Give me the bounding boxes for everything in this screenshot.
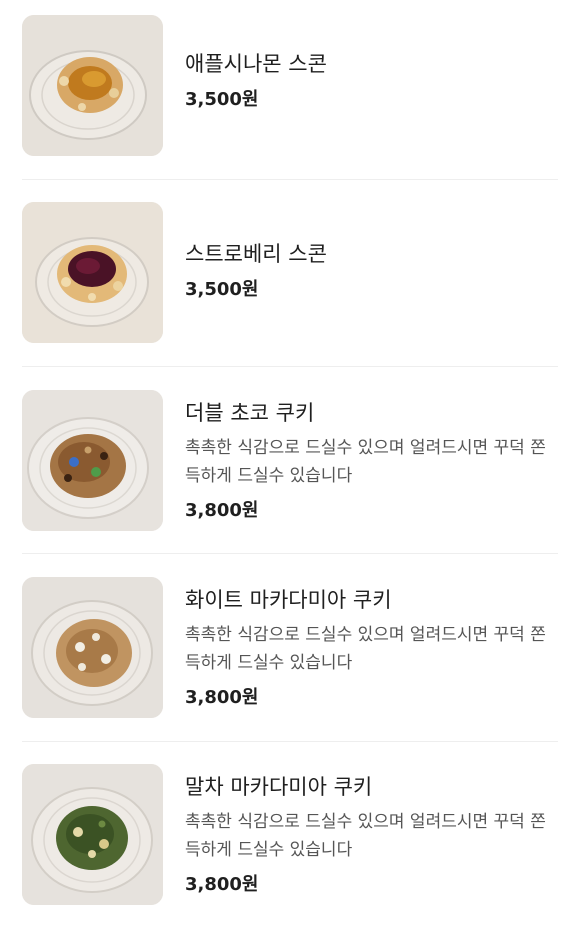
- item-description: 촉촉한 식감으로 드실수 있으며 얼려드시면 꾸덕 쫀득하게 드실수 있습니다: [185, 812, 546, 860]
- strawberry-scone-photo: [22, 202, 163, 343]
- divider: [22, 179, 558, 180]
- item-name: 애플시나몬 스콘: [185, 52, 327, 76]
- item-info: 스트로베리 스콘 3,500원: [185, 239, 558, 303]
- item-price: 3,800원: [185, 874, 259, 895]
- item-description: 촉촉한 식감으로 드실수 있으며 얼려드시면 꾸덕 쫀득하게 드실수 있습니다: [185, 438, 546, 486]
- item-info: 애플시나몬 스콘 3,500원: [185, 49, 558, 113]
- double-choco-cookie-photo: [22, 390, 163, 531]
- divider: [22, 553, 558, 554]
- item-info: 화이트 마카다미아 쿠키 촉촉한 식감으로 드실수 있으며 얼려드시면 꾸덕 쫀…: [185, 585, 558, 711]
- apple-cinnamon-scone-photo: [22, 15, 163, 156]
- item-description: 촉촉한 식감으로 드실수 있으며 얼려드시면 꾸덕 쫀득하게 드실수 있습니다: [185, 625, 546, 673]
- item-name: 화이트 마카다미아 쿠키: [185, 588, 392, 612]
- item-price: 3,800원: [185, 500, 259, 521]
- item-info: 더블 초코 쿠키 촉촉한 식감으로 드실수 있으며 얼려드시면 꾸덕 쫀득하게 …: [185, 398, 558, 524]
- item-price: 3,800원: [185, 687, 259, 708]
- menu-item-apple-cinnamon-scone[interactable]: 애플시나몬 스콘 3,500원: [22, 15, 558, 202]
- menu-item-white-macadamia-cookie[interactable]: 화이트 마카다미아 쿠키 촉촉한 식감으로 드실수 있으며 얼려드시면 꾸덕 쫀…: [22, 577, 558, 764]
- menu-item-matcha-macadamia-cookie[interactable]: 말차 마카다미아 쿠키 촉촉한 식감으로 드실수 있으며 얼려드시면 꾸덕 쫀득…: [22, 764, 558, 951]
- item-name: 말차 마카다미아 쿠키: [185, 775, 373, 799]
- item-name: 더블 초코 쿠키: [185, 401, 315, 425]
- item-info: 말차 마카다미아 쿠키 촉촉한 식감으로 드실수 있으며 얼려드시면 꾸덕 쫀득…: [185, 772, 558, 898]
- white-macadamia-cookie-photo: [22, 577, 163, 718]
- item-name: 스트로베리 스콘: [185, 242, 327, 266]
- menu-item-strawberry-scone[interactable]: 스트로베리 스콘 3,500원: [22, 202, 558, 389]
- item-price: 3,500원: [185, 89, 259, 110]
- divider: [22, 741, 558, 742]
- matcha-macadamia-cookie-photo: [22, 764, 163, 905]
- item-price: 3,500원: [185, 279, 259, 300]
- divider: [22, 366, 558, 367]
- menu-item-double-choco-cookie[interactable]: 더블 초코 쿠키 촉촉한 식감으로 드실수 있으며 얼려드시면 꾸덕 쫀득하게 …: [22, 390, 558, 577]
